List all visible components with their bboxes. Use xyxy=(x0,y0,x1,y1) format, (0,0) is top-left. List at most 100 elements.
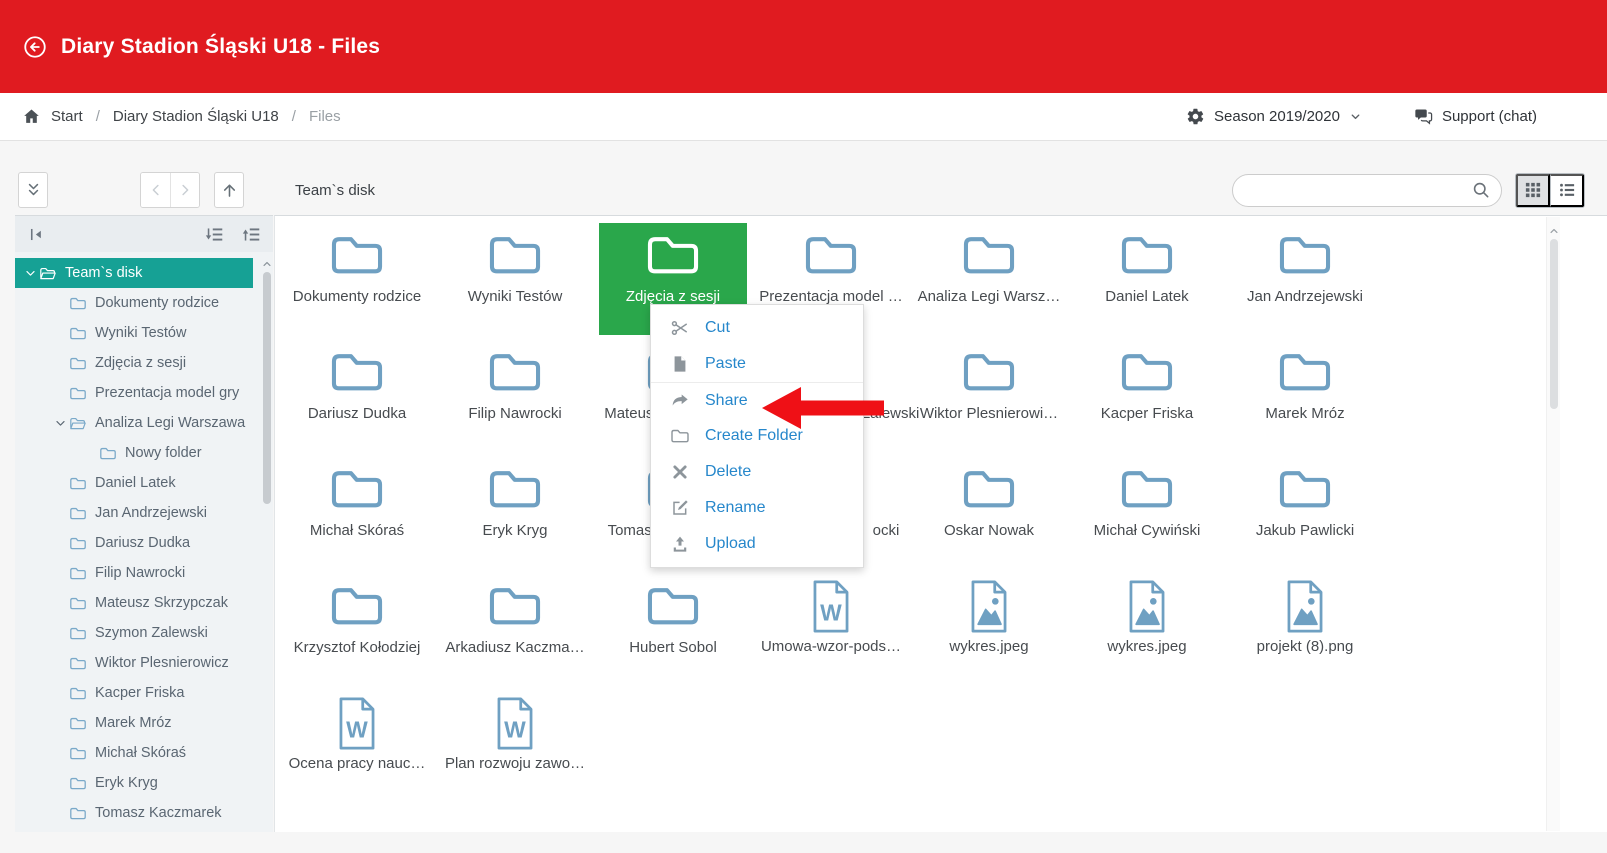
svg-text:W: W xyxy=(820,599,842,625)
sidebar-tree-item[interactable]: Eryk Kryg xyxy=(15,768,253,798)
expand-toolbar-button[interactable] xyxy=(18,172,48,208)
folder-tile[interactable]: Hubert Sobol xyxy=(599,574,747,686)
grid-view-icon xyxy=(1525,182,1541,198)
sidebar-tree-item[interactable]: Prezentacja model gry xyxy=(15,378,253,408)
file-tile[interactable]: wykres.jpeg xyxy=(915,574,1063,686)
file-tile[interactable]: WPlan rozwoju zawo… xyxy=(441,691,589,803)
back-button[interactable] xyxy=(141,173,170,207)
tree-expander-placeholder xyxy=(51,685,69,701)
scroll-up-icon[interactable] xyxy=(262,256,272,266)
sidebar-scrollbar[interactable] xyxy=(262,254,272,830)
scroll-up-icon[interactable] xyxy=(1549,223,1559,233)
folder-tile[interactable]: Dariusz Dudka xyxy=(283,340,431,452)
folder-tile[interactable]: Oskar Nowak xyxy=(915,457,1063,569)
folder-tile[interactable]: Michał Skóraś xyxy=(283,457,431,569)
file-tile[interactable]: WUmowa-wzor-pods… xyxy=(757,574,905,686)
menu-item-upload[interactable]: Upload xyxy=(651,526,863,562)
sidebar-tree-item[interactable]: Zdjęcia z sesji xyxy=(15,348,253,378)
tree-expander-placeholder xyxy=(51,385,69,401)
file-tile[interactable]: WOcena pracy nauc… xyxy=(283,691,431,803)
menu-item-delete[interactable]: Delete xyxy=(651,454,863,490)
folder-tile[interactable]: Marek Mróz xyxy=(1231,340,1379,452)
sidebar-tree-item[interactable]: Kacper Friska xyxy=(15,678,253,708)
history-nav-group xyxy=(140,172,200,208)
scrollbar-thumb[interactable] xyxy=(1550,239,1558,409)
file-name: wykres.jpeg xyxy=(1107,638,1186,655)
sidebar-tree-item[interactable]: Filip Nawrocki xyxy=(15,558,253,588)
sidebar-tree-item[interactable]: Szymon Zalewski xyxy=(15,618,253,648)
folder-icon xyxy=(486,465,544,513)
sidebar-tree-item[interactable]: Mateusz Skrzypczak xyxy=(15,588,253,618)
folder-icon xyxy=(69,326,87,341)
folder-icon xyxy=(486,348,544,396)
breadcrumb-start[interactable]: Start xyxy=(51,108,83,125)
tree-item-label: Zdjęcia z sesji xyxy=(95,355,186,371)
folder-icon xyxy=(69,386,87,401)
folder-tile[interactable]: Analiza Legi Warsz… xyxy=(915,223,1063,335)
folder-name: Krzysztof Kołodziej xyxy=(294,639,421,656)
collapse-sidebar-icon[interactable] xyxy=(27,225,46,244)
folder-tile[interactable]: Wiktor Plesnierowi… xyxy=(915,340,1063,452)
folder-name: Arkadiusz Kaczma… xyxy=(445,639,584,656)
sidebar-tree-item[interactable]: Analiza Legi Warszawa xyxy=(15,408,253,438)
sidebar-tree-item[interactable]: Team`s disk xyxy=(15,258,253,288)
search-input[interactable] xyxy=(1232,174,1502,207)
tree-expander-placeholder xyxy=(51,595,69,611)
folder-icon xyxy=(69,476,87,491)
folder-tile[interactable]: Michał Cywiński xyxy=(1073,457,1221,569)
folder-icon xyxy=(69,746,87,761)
sidebar-tree-item[interactable]: Daniel Latek xyxy=(15,468,253,498)
folder-tile[interactable]: Daniel Latek xyxy=(1073,223,1221,335)
file-tile[interactable]: wykres.jpeg xyxy=(1073,574,1221,686)
home-icon[interactable] xyxy=(22,107,41,126)
folder-tile[interactable]: Jakub Pawlicki xyxy=(1231,457,1379,569)
forward-button[interactable] xyxy=(170,173,199,207)
tree-item-label: Dokumenty rodzice xyxy=(95,295,219,311)
tree-collapse-all-icon[interactable] xyxy=(205,225,224,244)
sidebar-tree-item[interactable]: Wiktor Plesnierowicz xyxy=(15,648,253,678)
sidebar-tree-item[interactable]: Jan Andrzejewski xyxy=(15,498,253,528)
menu-item-paste[interactable]: Paste xyxy=(651,346,863,382)
scrollbar-thumb[interactable] xyxy=(263,272,271,504)
breadcrumb-separator: / xyxy=(93,108,103,125)
folder-tile[interactable]: Kacper Friska xyxy=(1073,340,1221,452)
search-icon[interactable] xyxy=(1471,180,1491,200)
main-scrollbar[interactable] xyxy=(1546,217,1560,831)
file-tile[interactable]: projekt (8).png xyxy=(1231,574,1379,686)
tree-expander-placeholder xyxy=(51,295,69,311)
menu-item-share[interactable]: Share xyxy=(651,382,863,418)
menu-item-cut[interactable]: Cut xyxy=(651,310,863,346)
support-chat-button[interactable]: Support (chat) xyxy=(1414,107,1537,126)
season-selector[interactable]: Season 2019/2020 xyxy=(1186,107,1362,126)
sidebar-tree-item[interactable]: Wyniki Testów xyxy=(15,318,253,348)
chevron-down-icon[interactable] xyxy=(51,415,69,431)
folder-tile[interactable]: Arkadiusz Kaczma… xyxy=(441,574,589,686)
tree-expander-placeholder xyxy=(51,625,69,641)
folder-icon xyxy=(69,776,87,791)
breadcrumb-diary[interactable]: Diary Stadion Śląski U18 xyxy=(113,108,279,125)
folder-tile[interactable]: Eryk Kryg xyxy=(441,457,589,569)
chevron-down-icon[interactable] xyxy=(21,265,39,281)
folder-tile[interactable]: Filip Nawrocki xyxy=(441,340,589,452)
list-view-button[interactable] xyxy=(1550,174,1584,207)
grid-view-button[interactable] xyxy=(1516,174,1550,207)
folder-tile[interactable]: Jan Andrzejewski xyxy=(1231,223,1379,335)
up-folder-button[interactable] xyxy=(214,172,244,208)
tree-expander-placeholder xyxy=(51,355,69,371)
sidebar-tree-item[interactable]: Dokumenty rodzice xyxy=(15,288,253,318)
folder-icon xyxy=(328,348,386,396)
folder-name: ocki xyxy=(873,522,900,539)
sidebar-tree-item[interactable]: Tomasz Kaczmarek xyxy=(15,798,253,828)
folder-tile[interactable]: Wyniki Testów xyxy=(441,223,589,335)
back-circle-icon[interactable] xyxy=(22,34,48,60)
sidebar-tree-item[interactable]: Nowy folder xyxy=(15,438,253,468)
sidebar-tree-item[interactable]: Marek Mróz xyxy=(15,708,253,738)
menu-item-create-folder[interactable]: Create Folder xyxy=(651,418,863,454)
sidebar-tree-item[interactable]: Dariusz Dudka xyxy=(15,528,253,558)
folder-name: Wyniki Testów xyxy=(468,288,563,305)
folder-tile[interactable]: Dokumenty rodzice xyxy=(283,223,431,335)
folder-tile[interactable]: Krzysztof Kołodziej xyxy=(283,574,431,686)
sidebar-tree-item[interactable]: Michał Skóraś xyxy=(15,738,253,768)
tree-expand-all-icon[interactable] xyxy=(242,225,261,244)
menu-item-rename[interactable]: Rename xyxy=(651,490,863,526)
